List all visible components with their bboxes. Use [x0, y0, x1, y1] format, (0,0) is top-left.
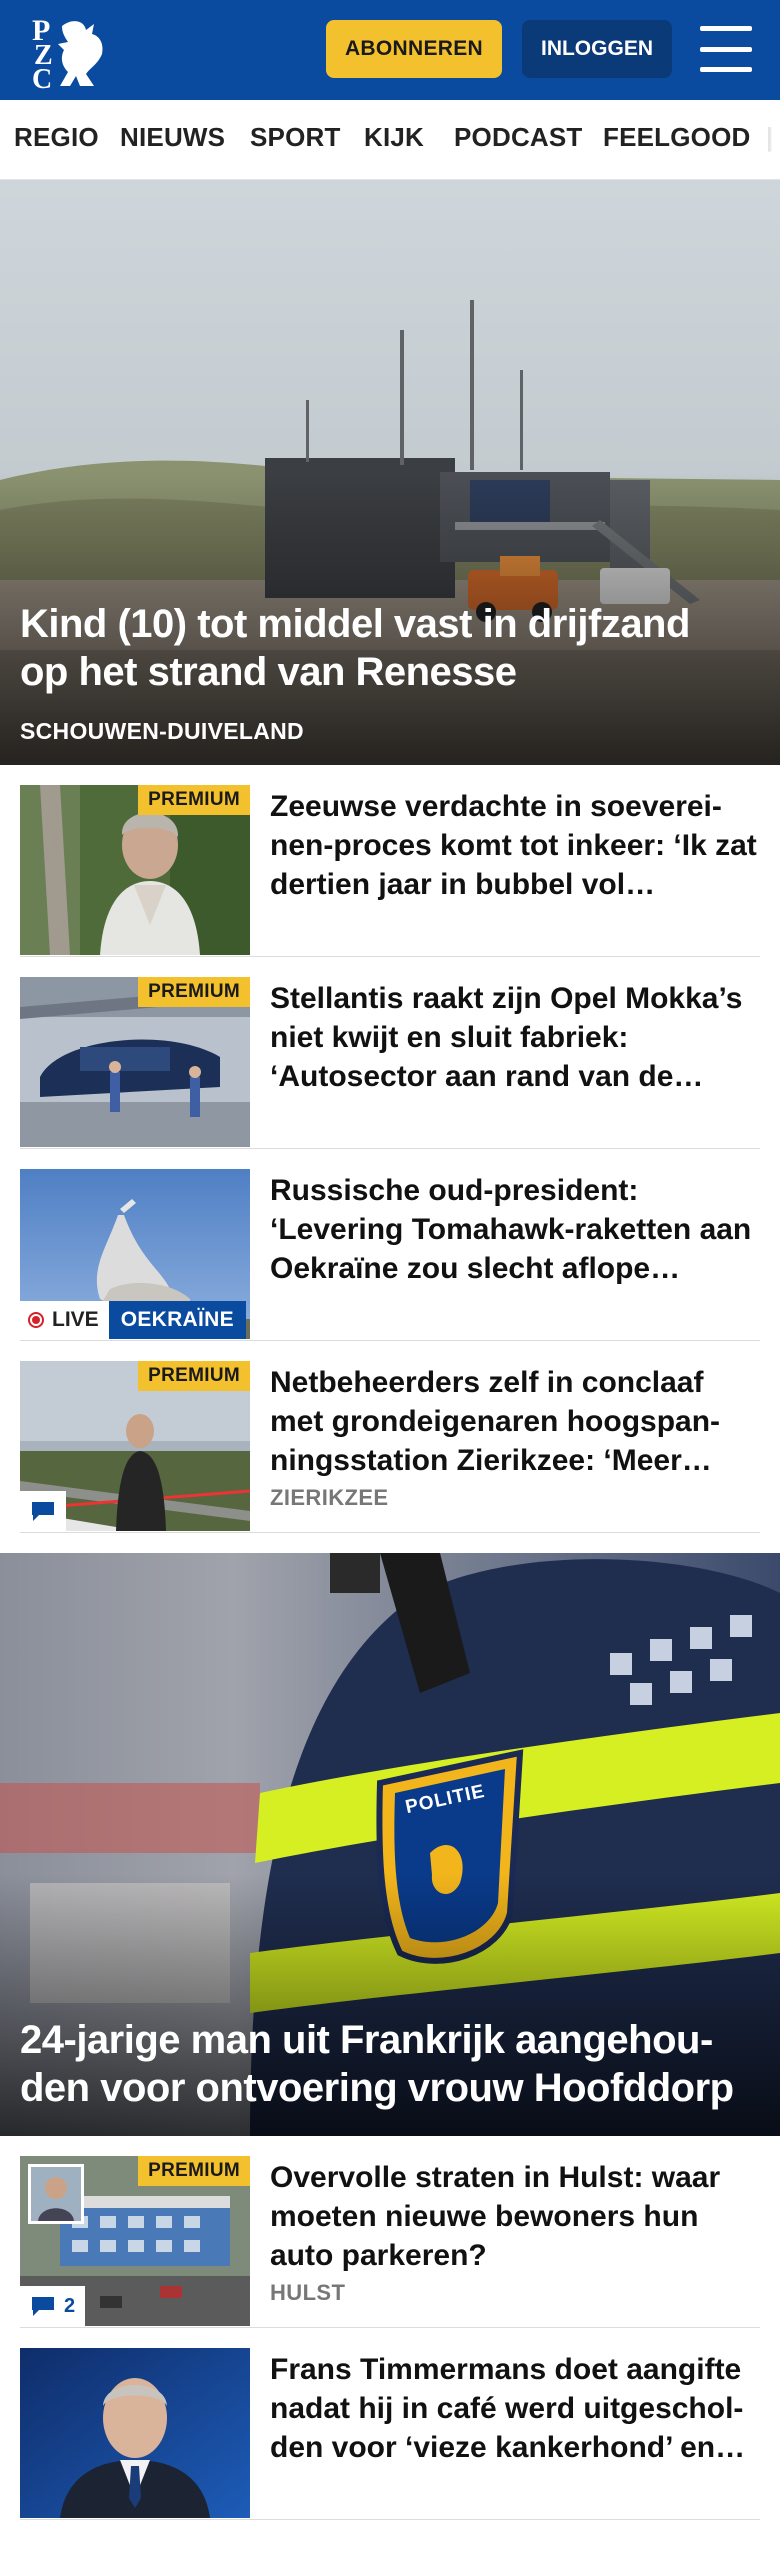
premium-badge: PREMIUM — [138, 785, 250, 815]
nav-fade — [750, 100, 780, 179]
nav-item-regio[interactable]: REGIO — [14, 122, 99, 153]
hero-title-line-2: op het strand van Renesse — [20, 650, 517, 694]
article-title[interactable]: Netbeheerders zelf in conclaaf met grond… — [270, 1363, 760, 1480]
article-item-hulst-parkeren[interactable]: PREMIUM 2 Overvolle straten in Hulst: wa… — [20, 2136, 760, 2328]
premium-badge: PREMIUM — [138, 1361, 250, 1391]
article-title[interactable]: Overvolle straten in Hulst: waar moeten … — [270, 2158, 760, 2275]
article-item-tomahawk[interactable]: LIVE OEKRAÏNE Russische oud-president: ‘… — [20, 1149, 760, 1341]
comments-count: 2 — [64, 2294, 76, 2317]
premium-badge: PREMIUM — [138, 2156, 250, 2186]
article-thumbnail: PREMIUM — [20, 977, 250, 1147]
article-thumbnail: PREMIUM 2 — [20, 2156, 250, 2326]
svg-text:C: C — [32, 64, 52, 90]
nav-item-feelgood[interactable]: FEELGOOD — [603, 122, 751, 153]
article-thumbnail — [20, 2348, 250, 2518]
login-button[interactable]: INLOGGEN — [522, 20, 672, 78]
article-item-timmermans[interactable]: Frans Timmermans doet aangifte nadat hij… — [20, 2328, 760, 2520]
live-dot-icon — [28, 1312, 44, 1328]
article-title[interactable]: Stellantis raakt zijn Opel Mokka’s niet … — [270, 979, 760, 1096]
hamburger-menu-icon[interactable] — [700, 26, 752, 72]
article-title[interactable]: Russische oud-president: ‘Levering Tomah… — [270, 1171, 760, 1288]
nav-item-podcast[interactable]: PODCAST — [454, 122, 583, 153]
article-thumbnail: PREMIUM — [20, 1361, 250, 1531]
pzc-logo[interactable]: P Z C — [28, 10, 112, 95]
comments-badge[interactable] — [20, 1491, 66, 1531]
hero-title-line-1: 24-jarige man uit Frankrijk aangehou- — [20, 2018, 713, 2062]
live-indicator: LIVE — [20, 1301, 109, 1339]
topic-label: OEKRAÏNE — [108, 1301, 246, 1339]
comment-bubble-icon — [32, 1502, 54, 1521]
live-label: LIVE — [52, 1308, 99, 1331]
article-thumbnail: LIVE OEKRAÏNE — [20, 1169, 250, 1339]
comments-badge[interactable]: 2 — [20, 2286, 86, 2326]
live-badge: LIVE OEKRAÏNE — [20, 1301, 246, 1339]
hero-article-drijfzand[interactable]: Kind (10) tot middel vast in drijfzand o… — [0, 180, 780, 765]
premium-badge: PREMIUM — [138, 977, 250, 1007]
comment-bubble-icon — [32, 2297, 54, 2316]
article-item-netbeheerders[interactable]: PREMIUM Netbeheerders zelf in conclaaf m… — [20, 1341, 760, 1533]
nav-item-kijk[interactable]: KIJK — [364, 122, 424, 153]
top-header: P Z C ABONNEREN INLOGGEN — [0, 0, 780, 100]
article-item-stellantis[interactable]: PREMIUM Stellantis raakt zijn Opel Mokka… — [20, 957, 760, 1149]
nav-item-sport[interactable]: SPORT — [250, 122, 341, 153]
article-item-soevereinen[interactable]: PREMIUM Zeeuwse verdachte in soeverei-ne… — [20, 765, 760, 957]
hero-title[interactable]: 24-jarige man uit Frankrijk aangehou- de… — [20, 2016, 760, 2112]
nav-item-nieuws[interactable]: NIEUWS — [120, 122, 225, 153]
hero-title-line-1: Kind (10) tot middel vast in drijfzand — [20, 602, 690, 646]
article-title[interactable]: Zeeuwse verdachte in soeverei-nen-proces… — [270, 787, 760, 904]
article-title[interactable]: Frans Timmermans doet aangifte nadat hij… — [270, 2350, 760, 2467]
article-region-tag[interactable]: ZIERIKZEE — [270, 1485, 389, 1511]
hero-title-line-2: den voor ontvoering vrouw Hoofddorp — [20, 2066, 734, 2110]
hero-title[interactable]: Kind (10) tot middel vast in drijfzand o… — [20, 600, 760, 696]
article-thumbnail: PREMIUM — [20, 785, 250, 955]
category-nav: REGIO NIEUWS SPORT KIJK PODCAST FEELGOOD… — [0, 100, 780, 180]
hero-region-tag[interactable]: SCHOUWEN-DUIVELAND — [20, 718, 304, 745]
subscribe-button[interactable]: ABONNEREN — [326, 20, 502, 78]
hero-article-ontvoering[interactable]: POLITIE 24-jarige man uit Frankrijk aang… — [0, 1553, 780, 2136]
article-region-tag[interactable]: HULST — [270, 2280, 345, 2306]
